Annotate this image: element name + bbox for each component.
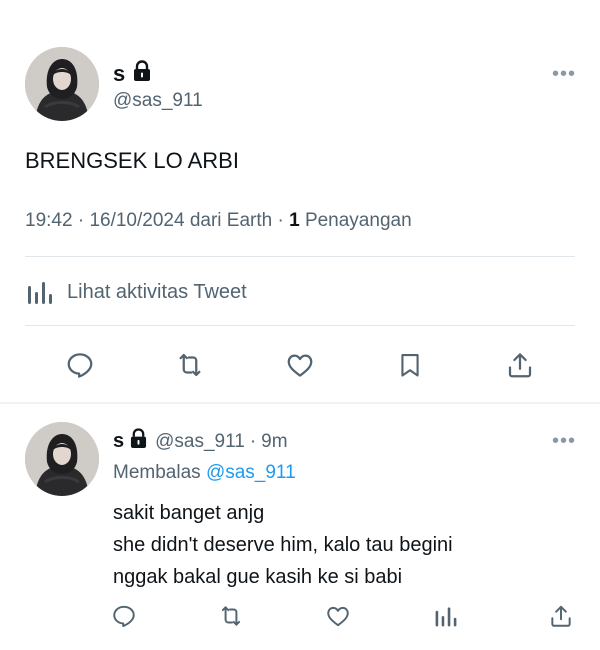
retweet-icon — [179, 353, 201, 377]
heart-icon — [287, 354, 313, 377]
divider — [25, 325, 575, 326]
reply-header: s @sas_911 · 9m — [113, 428, 288, 455]
lock-icon — [130, 428, 147, 455]
tweet-time[interactable]: 19:42 — [25, 210, 73, 231]
reply-like-button[interactable] — [320, 598, 356, 634]
reply-more-options-icon[interactable]: ••• — [552, 430, 576, 453]
views-count: 1 — [289, 210, 300, 231]
share-icon — [508, 353, 532, 378]
reply-line: she didn't deserve him, kalo tau begini — [113, 534, 453, 556]
reply-time[interactable]: 9m — [261, 431, 287, 453]
reply-reply-button[interactable] — [106, 598, 142, 634]
like-button[interactable] — [280, 345, 320, 385]
retweet-icon — [221, 606, 241, 626]
handle[interactable]: @sas_911 — [113, 90, 203, 112]
reply-line: nggak bakal gue kasih ke si babi — [113, 566, 403, 588]
reply-avatar[interactable] — [25, 422, 99, 496]
analytics-icon — [25, 278, 55, 306]
divider — [0, 402, 600, 404]
view-activity-link[interactable]: Lihat aktivitas Tweet — [25, 278, 247, 306]
bookmark-icon — [401, 354, 419, 377]
more-options-icon[interactable]: ••• — [552, 63, 576, 86]
tweet-text: BRENGSEK LO ARBI — [25, 148, 239, 173]
replying-to: Membalas @sas_911 — [113, 462, 296, 484]
reply-display-name[interactable]: s — [113, 430, 124, 453]
divider — [25, 256, 575, 257]
meta-separator: · — [77, 210, 85, 231]
tweet-source: dari Earth — [189, 210, 273, 231]
retweet-button[interactable] — [170, 345, 210, 385]
reply-handle[interactable]: @sas_911 — [155, 431, 245, 453]
tweet-date[interactable]: 16/10/2024 — [89, 210, 184, 231]
reply-icon — [67, 353, 93, 378]
reply-button[interactable] — [60, 345, 100, 385]
avatar[interactable] — [25, 47, 99, 121]
meta-separator: · — [277, 210, 284, 231]
replying-to-link[interactable]: @sas_911 — [206, 462, 296, 483]
analytics-icon — [435, 607, 457, 627]
lock-icon — [133, 60, 151, 87]
heart-icon — [327, 606, 349, 627]
tweet-meta: 19:42 · 16/10/2024 dari Earth · 1 Penaya… — [25, 210, 412, 232]
replying-label: Membalas — [113, 462, 201, 483]
views-label: Penayangan — [304, 210, 412, 231]
bookmark-button[interactable] — [390, 345, 430, 385]
share-icon — [551, 605, 571, 627]
share-button[interactable] — [500, 345, 540, 385]
reply-retweet-button[interactable] — [213, 598, 249, 634]
reply-icon — [113, 605, 135, 628]
reply-line: sakit banget anjg — [113, 502, 265, 524]
reply-text: sakit banget anjg she didn't deserve him… — [113, 497, 453, 593]
reply-separator: · — [249, 430, 257, 452]
reply-analytics-button[interactable] — [428, 598, 464, 634]
display-name[interactable]: s — [113, 61, 125, 87]
reply-share-button[interactable] — [543, 598, 579, 634]
view-activity-label: Lihat aktivitas Tweet — [67, 280, 247, 303]
